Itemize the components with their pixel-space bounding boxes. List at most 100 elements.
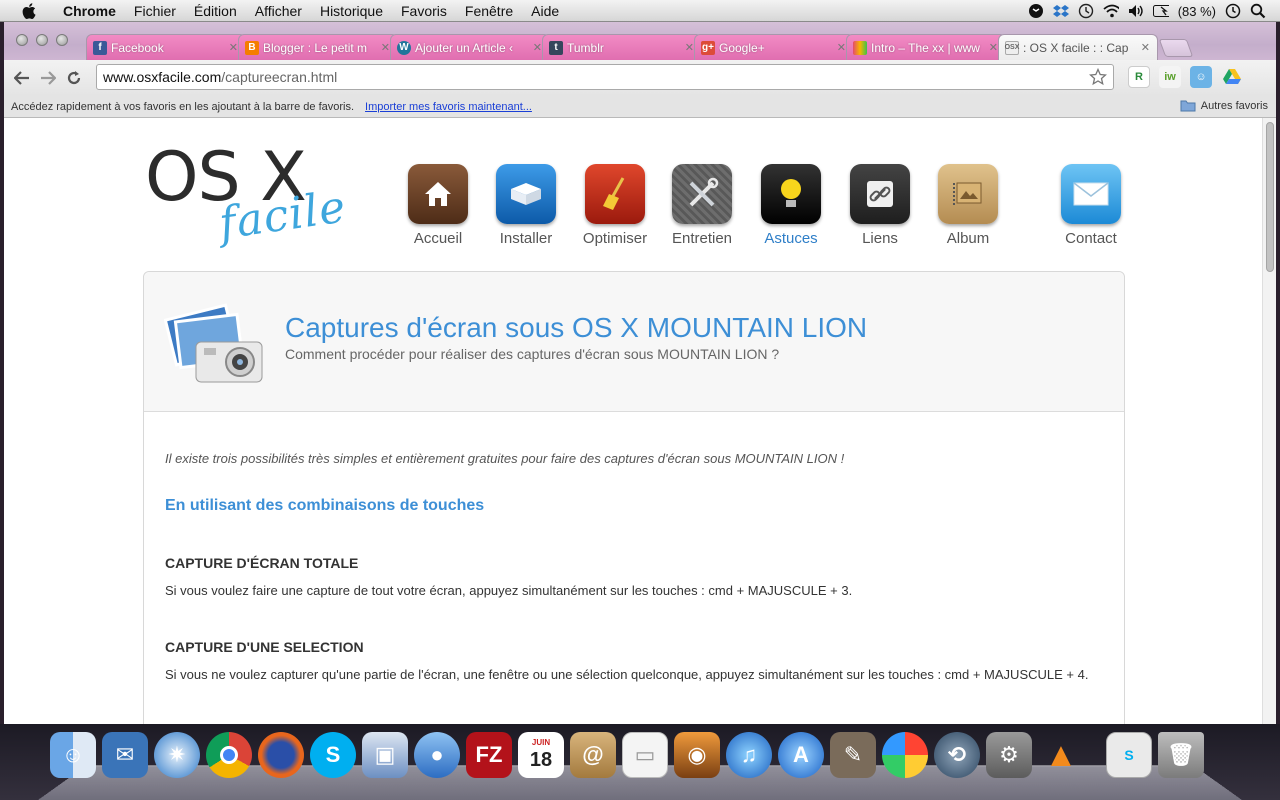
iphoto-icon[interactable]: ◉ [674,732,720,778]
browser-window: f Facebook ✕ B Blogger : Le petit m ✕ W … [4,22,1276,724]
tab-google-plus[interactable]: g+ Google+ ✕ [694,34,854,60]
finder-icon[interactable]: ☺ [50,732,96,778]
nav-accueil[interactable]: Accueil [392,164,484,247]
menu-historique[interactable]: Historique [311,0,392,22]
calendar-day: 18 [529,749,553,771]
virtualbox-icon[interactable]: ▣ [362,732,408,778]
subheading-full-capture: CAPTURE D'ÉCRAN TOTALE [165,555,359,571]
nav-label: Contact [1065,230,1117,247]
section-heading: En utilisant des combinaisons de touches [165,497,485,514]
clock-icon[interactable] [1225,3,1241,19]
tools-icon [672,164,732,224]
tab-osxfacile[interactable]: OSX : OS X facile : : Cap ✕ [998,34,1158,60]
google-drive-icon[interactable] [1221,66,1243,88]
address-bar[interactable]: www.osxfacile.com/captureecran.html [96,64,1114,90]
reload-button[interactable] [61,65,87,91]
close-tab-icon[interactable]: ✕ [837,41,846,54]
mail-icon [1061,164,1121,224]
menu-fichier[interactable]: Fichier [125,0,185,22]
zoom-window-button[interactable] [56,34,68,46]
app-store-icon[interactable]: A [778,732,824,778]
chrome-icon[interactable] [206,732,252,778]
site-logo[interactable]: OS X facile [145,138,355,258]
back-button[interactable] [9,65,35,91]
filezilla-icon[interactable]: FZ [466,732,512,778]
gimp-icon[interactable]: ✎ [830,732,876,778]
extension-iw-icon[interactable]: iw [1159,66,1181,88]
itunes-icon[interactable]: ♫ [726,732,772,778]
other-bookmarks-button[interactable]: Autres favoris [1180,99,1268,112]
trash-icon[interactable]: 🗑 [1158,732,1204,778]
firefox-icon[interactable] [258,732,304,778]
skype-icon[interactable]: S [310,732,356,778]
facetime-icon[interactable]: ● [414,732,460,778]
url-path: /captureecran.html [221,69,338,85]
tab-facebook[interactable]: f Facebook ✕ [86,34,246,60]
calendar-icon[interactable]: JUIN 18 [518,732,564,778]
intro-text: Il existe trois possibilités très simple… [165,451,845,466]
volume-icon[interactable] [1128,3,1144,19]
bookmark-star-icon[interactable] [1088,67,1108,89]
safari-icon[interactable]: ✷ [154,732,200,778]
menu-bar: Chrome Fichier Édition Afficher Historiq… [0,0,1280,22]
minimize-window-button[interactable] [36,34,48,46]
tab-title: Intro – The xx | www [871,40,980,55]
battery-icon[interactable] [1152,3,1169,19]
vlc-icon[interactable]: ▲ [1038,732,1084,778]
osx-favicon: OSX [1005,40,1019,55]
close-tab-icon[interactable]: ✕ [989,41,998,54]
import-bookmarks-link[interactable]: Importer mes favoris maintenant... [365,101,532,113]
scrollbar-thumb[interactable] [1266,122,1274,272]
skype-status-icon[interactable] [1028,3,1044,19]
textedit-icon[interactable]: ▭ [622,732,668,778]
close-tab-icon[interactable]: ✕ [685,41,694,54]
skype-window-icon[interactable]: S [1106,732,1152,778]
time-machine-icon[interactable] [1078,3,1094,19]
wordpress-icon: W [397,40,411,55]
status-area: (83 %) [1028,0,1280,22]
nav-liens[interactable]: Liens [834,164,926,247]
nav-installer[interactable]: Installer [480,164,572,247]
mail-app-icon[interactable]: ✉ [102,732,148,778]
address-book-icon[interactable]: @ [570,732,616,778]
nav-contact[interactable]: Contact [1045,164,1137,247]
nav-entretien[interactable]: Entretien [656,164,748,247]
new-tab-button[interactable] [1158,39,1194,57]
tab-blogger[interactable]: B Blogger : Le petit m ✕ [238,34,398,60]
tab-tumblr[interactable]: t Tumblr ✕ [542,34,702,60]
menu-fenetre[interactable]: Fenêtre [456,0,522,22]
url-host: www.osxfacile.com [103,69,222,85]
tab-wordpress[interactable]: W Ajouter un Article ‹ ✕ [390,34,550,60]
menu-edition[interactable]: Édition [185,0,246,22]
extension-r-icon[interactable]: R [1128,66,1150,88]
system-preferences-icon[interactable]: ⚙ [986,732,1032,778]
close-tab-icon[interactable]: ✕ [229,41,238,54]
calendar-month: JUIN [531,738,551,747]
menu-aide[interactable]: Aide [522,0,568,22]
menu-app-name[interactable]: Chrome [54,0,125,22]
close-window-button[interactable] [16,34,28,46]
toolbar: www.osxfacile.com/captureecran.html R iw… [4,60,1276,96]
tab-deezer[interactable]: Intro – The xx | www ✕ [846,34,1006,60]
page-viewport: OS X facile Accueil Installer Optimiser [4,118,1262,724]
tabs: f Facebook ✕ B Blogger : Le petit m ✕ W … [86,34,1194,60]
dropbox-icon[interactable] [1052,3,1069,19]
close-tab-icon[interactable]: ✕ [381,41,390,54]
blogger-icon: B [245,40,259,55]
picasa-icon[interactable] [882,732,928,778]
nav-astuces[interactable]: Astuces [745,164,837,247]
close-tab-icon[interactable]: ✕ [1141,41,1150,54]
menu-afficher[interactable]: Afficher [246,0,311,22]
nav-optimiser[interactable]: Optimiser [569,164,661,247]
spotlight-icon[interactable] [1250,3,1266,19]
extension-avatar-icon[interactable]: ☺ [1190,66,1212,88]
apple-icon[interactable] [18,0,40,22]
time-machine-app-icon[interactable]: ⟲ [934,732,980,778]
menu-favoris[interactable]: Favoris [392,0,456,22]
close-tab-icon[interactable]: ✕ [533,41,542,54]
nav-album[interactable]: Album [922,164,1014,247]
page-scrollbar[interactable] [1262,118,1276,724]
subheading-selection-capture: CAPTURE D'UNE SELECTION [165,639,364,655]
forward-button[interactable] [35,65,61,91]
wifi-icon[interactable] [1103,3,1119,19]
